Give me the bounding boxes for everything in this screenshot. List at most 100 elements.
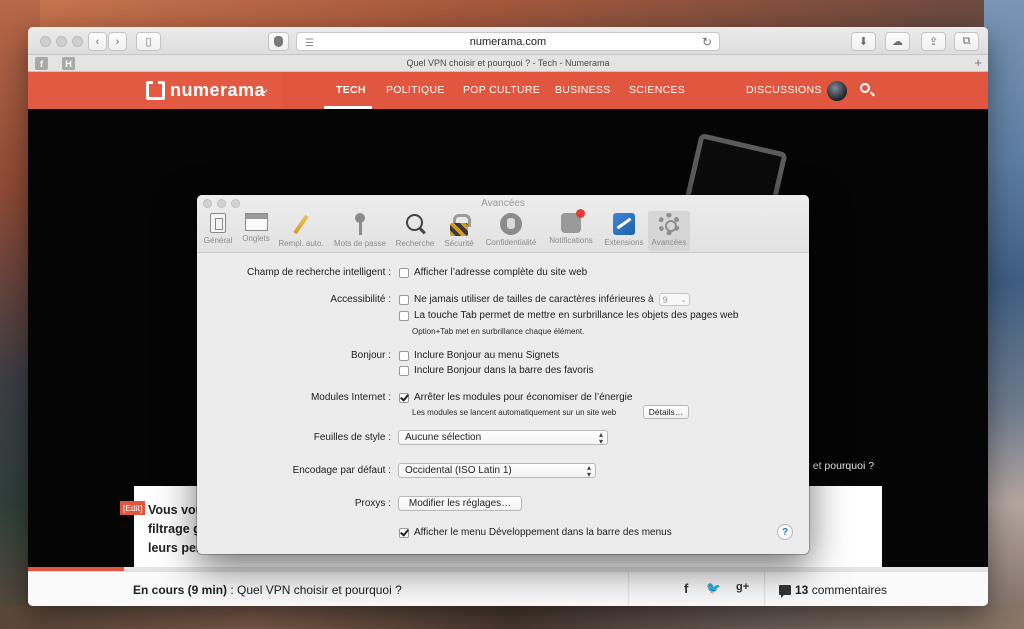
sidebar-button[interactable]: ▯ bbox=[136, 32, 161, 51]
preferences-window: Avancées Général Onglets Rempl. auto. Mo… bbox=[197, 195, 809, 554]
internet-modules-label: Modules Internet : bbox=[310, 392, 391, 403]
tab-securite[interactable]: Sécurité bbox=[440, 211, 478, 251]
cloud-icon: ☁ bbox=[892, 36, 903, 48]
tab-extensions[interactable]: Extensions bbox=[601, 211, 647, 251]
tab-recherche[interactable]: Recherche bbox=[393, 211, 437, 251]
tab-highlight-checkbox[interactable]: La touche Tab permet de mettre en surbri… bbox=[399, 310, 738, 321]
back-button[interactable]: ‹ bbox=[88, 32, 107, 51]
edit-tag[interactable]: [Edit] bbox=[120, 501, 146, 515]
accessibility-label: Accessibilité : bbox=[330, 294, 391, 305]
checkbox-label: Afficher le menu Développement dans la b… bbox=[414, 527, 672, 538]
tab-label: Confidentialité bbox=[485, 238, 537, 247]
reading-status-bar: En cours (9 min) : Quel VPN choisir et p… bbox=[28, 571, 988, 606]
lock-icon bbox=[447, 213, 471, 236]
downloads-button[interactable]: ⬇ bbox=[851, 32, 876, 51]
nav-politique[interactable]: POLITIQUE bbox=[386, 84, 445, 96]
checkbox[interactable] bbox=[399, 310, 409, 321]
tab-highlight-hint: Option+Tab met en surbrillance chaque él… bbox=[412, 327, 585, 336]
proxy-label: Proxys : bbox=[354, 498, 391, 509]
checkbox[interactable] bbox=[399, 294, 409, 305]
zoom-window-button[interactable] bbox=[72, 36, 83, 47]
reading-status-title: : Quel VPN choisir et pourquoi ? bbox=[227, 583, 402, 597]
nav-discussions[interactable]: DISCUSSIONS bbox=[746, 84, 822, 96]
checkbox-label: Afficher l’adresse complète du site web bbox=[414, 267, 588, 278]
pencil-icon bbox=[289, 213, 313, 236]
show-develop-menu-checkbox[interactable]: Afficher le menu Développement dans la b… bbox=[399, 527, 672, 538]
checkbox[interactable] bbox=[399, 350, 409, 361]
min-font-size-checkbox[interactable]: Ne jamais utiliser de tailles de caractè… bbox=[399, 293, 690, 306]
plugins-hint: Les modules se lancent automatiquement s… bbox=[412, 408, 617, 417]
reading-status-bold: En cours (9 min) bbox=[133, 583, 228, 597]
address-bar[interactable]: ☰ numerama.com ↻ bbox=[296, 32, 720, 51]
comments-count: 13 bbox=[795, 583, 809, 597]
encoding-label: Encodage par défaut : bbox=[292, 465, 391, 476]
tab-general[interactable]: Général bbox=[201, 211, 235, 251]
checkbox-label: Ne jamais utiliser de tailles de caractè… bbox=[414, 294, 654, 305]
tab-notifications[interactable]: Notifications bbox=[544, 209, 598, 251]
nav-pop-culture[interactable]: POP CULTURE bbox=[463, 84, 540, 96]
change-settings-button[interactable]: Modifier les réglages… bbox=[398, 496, 522, 511]
favorite-facebook-icon[interactable]: f bbox=[35, 57, 48, 70]
stylesheet-select[interactable]: Aucune sélection ▴ ▾ bbox=[398, 430, 608, 446]
details-button[interactable]: Détails… bbox=[643, 405, 689, 419]
tab-mots-de-passe[interactable]: Mots de passe bbox=[330, 211, 390, 251]
reload-icon[interactable]: ↻ bbox=[702, 35, 712, 49]
checkbox[interactable] bbox=[399, 527, 409, 538]
checkbox-label: Arrêter les modules pour économiser de l… bbox=[414, 392, 633, 403]
checkbox-label: Inclure Bonjour au menu Signets bbox=[414, 350, 560, 361]
tab-avancees[interactable]: Avancées bbox=[648, 211, 690, 251]
divider bbox=[764, 572, 765, 606]
twitter-share-icon[interactable]: 🐦 bbox=[706, 581, 721, 595]
bonjour-bookmarks-checkbox[interactable]: Inclure Bonjour au menu Signets bbox=[399, 350, 559, 361]
logo-text: numerama bbox=[170, 80, 266, 100]
favorite-h-icon[interactable]: H bbox=[62, 57, 75, 70]
minimize-window-button[interactable] bbox=[56, 36, 67, 47]
download-icon: ⬇ bbox=[858, 36, 869, 48]
close-window-button[interactable] bbox=[40, 36, 51, 47]
forward-button[interactable]: › bbox=[108, 32, 127, 51]
extensions-icon bbox=[613, 213, 635, 235]
tab-label: Sécurité bbox=[444, 239, 474, 248]
privacy-shield-button[interactable] bbox=[268, 32, 289, 51]
divider bbox=[628, 572, 629, 606]
site-logo[interactable]: numerama ⌄ bbox=[28, 72, 282, 109]
tab-onglets[interactable]: Onglets bbox=[239, 211, 273, 251]
nav-tech[interactable]: TECH bbox=[336, 84, 366, 96]
stop-plugins-checkbox[interactable]: Arrêter les modules pour économiser de l… bbox=[399, 392, 632, 403]
select-arrows-icon: ▴ ▾ bbox=[586, 463, 591, 479]
icloud-button[interactable]: ☁ bbox=[885, 32, 910, 51]
desktop-wallpaper-bottom bbox=[0, 605, 1024, 629]
checkbox[interactable] bbox=[399, 267, 409, 278]
url-text: numerama.com bbox=[469, 35, 547, 48]
tab-confidentialite[interactable]: Confidentialité bbox=[481, 211, 541, 251]
show-full-address-checkbox[interactable]: Afficher l’adresse complète du site web bbox=[399, 267, 587, 278]
stylesheet-label: Feuilles de style : bbox=[313, 432, 391, 443]
smart-search-label: Champ de recherche intelligent : bbox=[247, 267, 391, 278]
avatar[interactable] bbox=[827, 81, 847, 101]
help-button[interactable]: ? bbox=[777, 524, 793, 540]
search-icon[interactable] bbox=[860, 83, 870, 93]
min-font-size-select[interactable]: 9 ⌄ bbox=[658, 293, 690, 306]
chevron-down-icon[interactable]: ⌄ bbox=[259, 81, 270, 97]
tab-title[interactable]: Quel VPN choisir et pourquoi ? - Tech - … bbox=[407, 58, 610, 68]
side-headline[interactable]: ir et pourquoi ? bbox=[804, 460, 874, 472]
bonjour-favorites-checkbox[interactable]: Inclure Bonjour dans la barre des favori… bbox=[399, 365, 594, 376]
reading-status[interactable]: En cours (9 min) : Quel VPN choisir et p… bbox=[133, 583, 402, 597]
encoding-select[interactable]: Occidental (ISO Latin 1) ▴ ▾ bbox=[398, 463, 596, 479]
reader-icon[interactable]: ☰ bbox=[305, 38, 314, 49]
tabs-icon bbox=[244, 213, 268, 231]
comments-link[interactable]: 13 commentaires bbox=[779, 583, 887, 598]
checkbox[interactable] bbox=[399, 392, 409, 403]
gear-icon bbox=[658, 213, 680, 235]
checkbox[interactable] bbox=[399, 365, 409, 376]
facebook-share-icon[interactable]: f bbox=[684, 581, 688, 596]
show-tabs-button[interactable]: ⧉ bbox=[954, 32, 979, 51]
encoding-value: Occidental (ISO Latin 1) bbox=[405, 465, 512, 476]
new-tab-button[interactable]: + bbox=[974, 55, 982, 70]
share-button[interactable]: ⇪ bbox=[921, 32, 946, 51]
nav-sciences[interactable]: SCIENCES bbox=[629, 84, 685, 96]
tab-rempl-auto[interactable]: Rempl. auto. bbox=[275, 211, 327, 251]
tab-bar[interactable]: f H Quel VPN choisir et pourquoi ? - Tec… bbox=[28, 55, 988, 72]
google-plus-share-icon[interactable]: g+ bbox=[736, 581, 749, 593]
nav-business[interactable]: BUSINESS bbox=[555, 84, 611, 96]
